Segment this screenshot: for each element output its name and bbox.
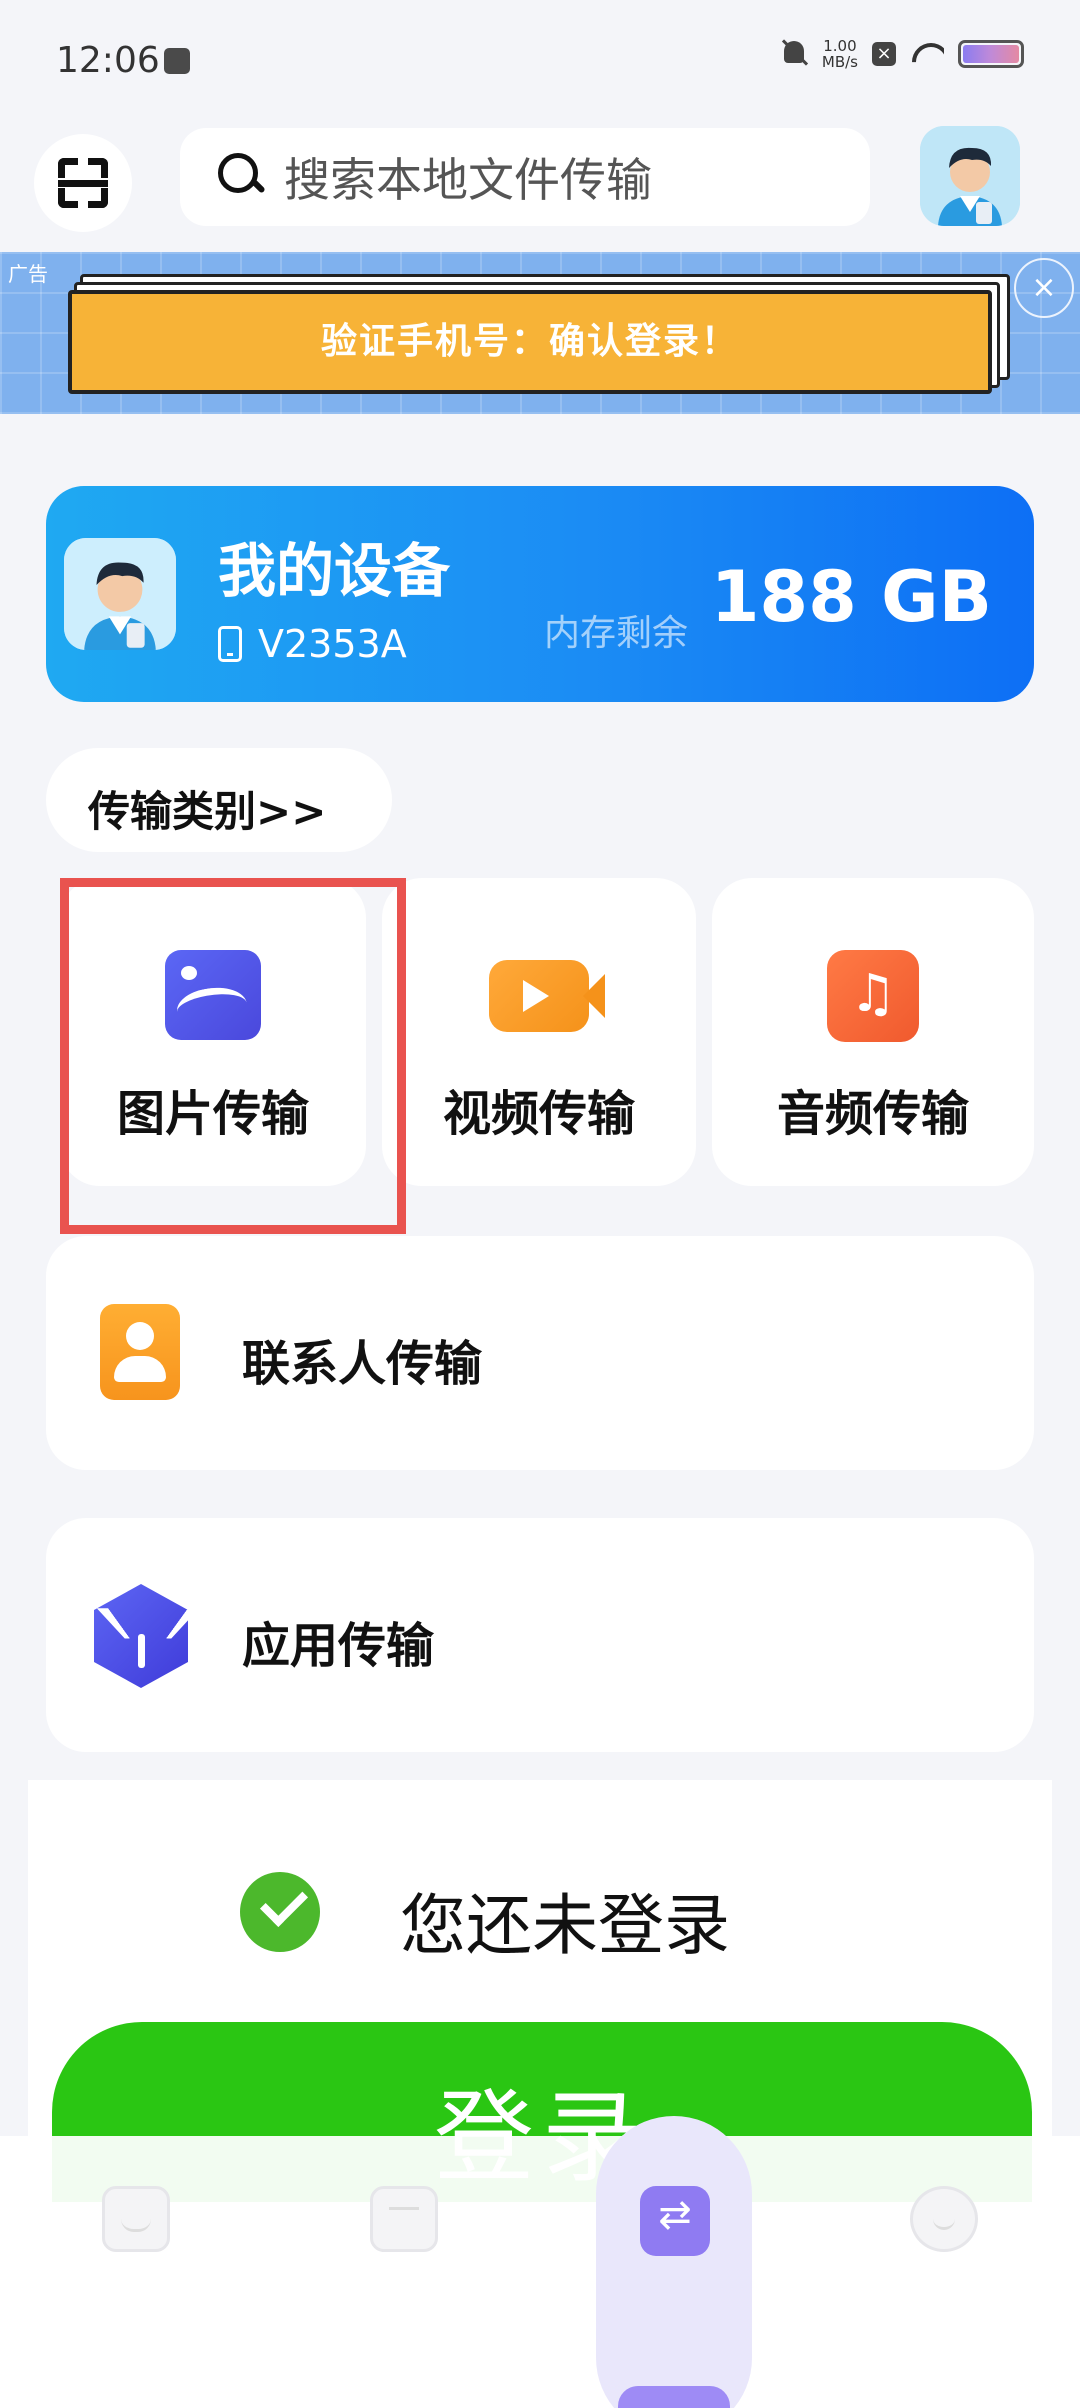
ad-close-button[interactable]: × (1014, 258, 1074, 318)
audio-transfer-label: 音频传输 (776, 1086, 969, 1142)
audio-transfer-tile[interactable]: ♫ 音频传输 (712, 878, 1034, 1186)
search-placeholder: 搜索本地文件传输 (284, 153, 652, 207)
device-model-label: V2353A (258, 622, 407, 666)
bell-muted-icon (780, 39, 808, 69)
my-device-card[interactable]: 我的设备 V2353A 内存剩余 188 GB (46, 486, 1034, 702)
search-icon (216, 151, 268, 203)
sim-off-icon: × (872, 42, 896, 66)
transfer-category-header[interactable]: 传输类别>> (46, 748, 392, 852)
app-cube-icon (94, 1584, 188, 1688)
nav-transfer-handle (618, 2386, 730, 2408)
bottom-nav (0, 2116, 1080, 2408)
network-speed-unit: MB/s (821, 53, 858, 71)
ad-tag: 广告 (8, 262, 48, 286)
avatar-illustration (920, 126, 1020, 226)
phone-icon (218, 626, 242, 662)
device-model: V2353A (218, 622, 407, 666)
contact-person-icon (100, 1304, 180, 1400)
nav-home-icon[interactable] (102, 2186, 170, 2252)
network-speed-value: 1.00 (823, 37, 857, 55)
ad-text: 验证手机号：确认登录！ (320, 321, 739, 362)
video-transfer-label: 视频传输 (442, 1086, 635, 1142)
avatar[interactable] (920, 126, 1020, 226)
search-input[interactable]: 搜索本地文件传输 (180, 128, 870, 226)
device-title: 我的设备 (218, 537, 451, 605)
app-notification-icon (164, 48, 190, 74)
status-time: 12:06 (56, 40, 160, 81)
nav-transfer-icon[interactable] (640, 2186, 710, 2256)
scan-icon (58, 158, 78, 178)
storage-value: 188 GB (710, 556, 992, 638)
music-note-icon: ♫ (827, 950, 919, 1042)
login-status: 您还未登录 (400, 1887, 730, 1964)
video-transfer-tile[interactable]: 视频传输 (382, 878, 696, 1186)
scan-icon-corner (88, 188, 108, 208)
storage-label: 内存剩余 (544, 613, 689, 654)
apps-transfer-label: 应用传输 (242, 1618, 435, 1674)
scan-icon-corner (58, 188, 78, 208)
wifi-icon (910, 41, 944, 67)
ad-banner[interactable]: 广告 验证手机号：确认登录！ × (0, 252, 1080, 414)
status-bar: 12:06 1.00 MB/s × (0, 0, 1080, 120)
network-speed: 1.00 MB/s (822, 38, 858, 70)
scan-button[interactable] (34, 134, 132, 232)
contacts-transfer-row[interactable]: 联系人传输 (46, 1236, 1034, 1470)
transfer-category-label: 传输类别>> (88, 787, 327, 836)
scan-icon-corner (88, 158, 108, 178)
status-indicators: 1.00 MB/s × (780, 38, 1024, 70)
nav-active-indicator (596, 2116, 752, 2408)
apps-transfer-row[interactable]: 应用传输 (46, 1518, 1034, 1752)
music-note-glyph: ♫ (849, 964, 897, 1024)
nav-files-icon[interactable] (370, 2186, 438, 2252)
selection-highlight (60, 878, 406, 1234)
scan-icon-line (58, 180, 108, 187)
check-icon (240, 1872, 320, 1952)
ad-card[interactable]: 验证手机号：确认登录！ (68, 290, 992, 394)
nav-profile-icon[interactable] (910, 2186, 978, 2252)
device-avatar (64, 538, 176, 650)
contacts-transfer-label: 联系人传输 (242, 1336, 483, 1392)
battery-icon (958, 40, 1024, 68)
video-camera-icon (489, 960, 605, 1032)
device-avatar-illustration (64, 538, 176, 650)
